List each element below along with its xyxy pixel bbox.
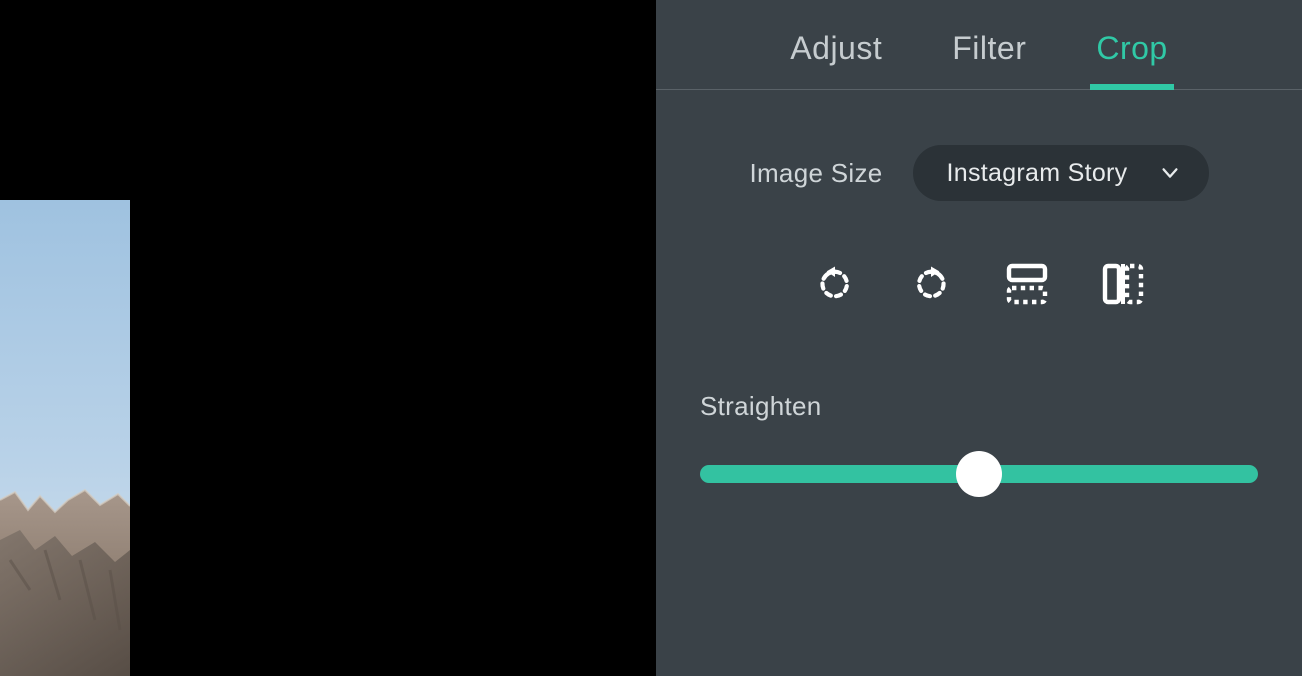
chevron-down-icon: [1159, 162, 1181, 184]
flip-vertical-icon: [1099, 260, 1147, 313]
rotate-right-button[interactable]: [906, 261, 956, 311]
image-size-row: Image Size Instagram Story: [656, 145, 1302, 201]
rotate-right-icon: [910, 263, 952, 310]
preview-image: [0, 200, 130, 676]
transform-tools: [656, 261, 1302, 311]
tab-bar: Adjust Filter Crop: [656, 0, 1302, 90]
tab-filter[interactable]: Filter: [952, 30, 1026, 89]
tab-crop[interactable]: Crop: [1096, 30, 1167, 89]
flip-horizontal-icon: [1003, 260, 1051, 313]
rotate-left-icon: [814, 263, 856, 310]
tab-adjust[interactable]: Adjust: [790, 30, 882, 89]
flip-horizontal-button[interactable]: [1002, 261, 1052, 311]
image-size-selected: Instagram Story: [947, 159, 1128, 188]
image-size-dropdown[interactable]: Instagram Story: [913, 145, 1209, 201]
flip-vertical-button[interactable]: [1098, 261, 1148, 311]
straighten-label: Straighten: [700, 391, 1258, 422]
slider-thumb[interactable]: [956, 451, 1002, 497]
image-size-label: Image Size: [749, 158, 882, 189]
rotate-left-button[interactable]: [810, 261, 860, 311]
straighten-slider[interactable]: [700, 450, 1258, 498]
straighten-section: Straighten: [656, 391, 1302, 498]
image-canvas[interactable]: [0, 0, 656, 676]
edit-panel: Adjust Filter Crop Image Size Instagram …: [656, 0, 1302, 676]
